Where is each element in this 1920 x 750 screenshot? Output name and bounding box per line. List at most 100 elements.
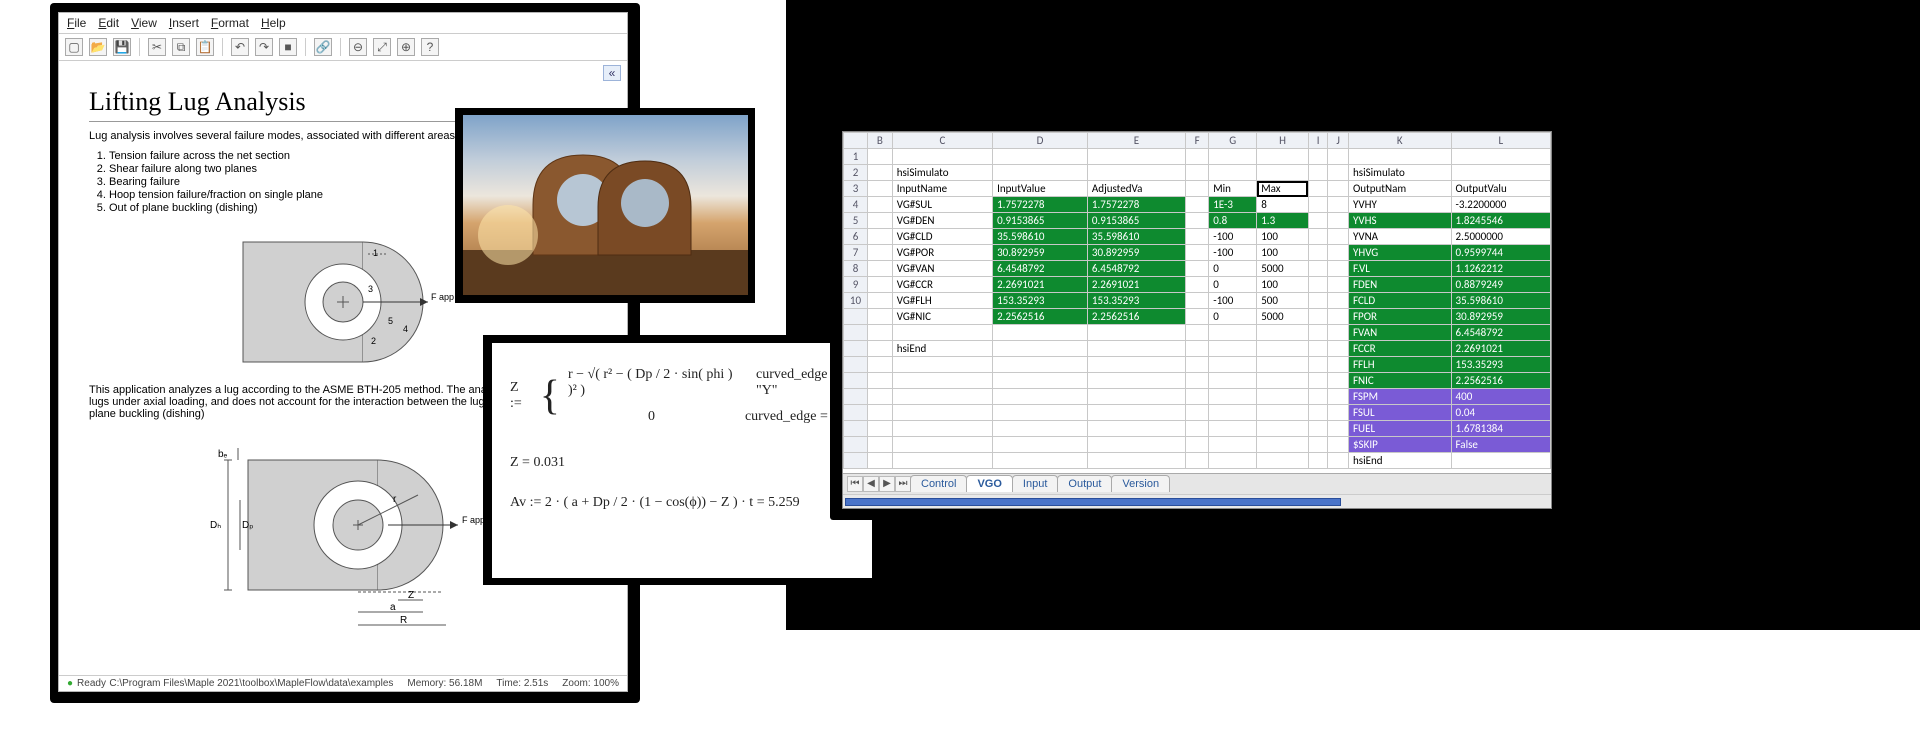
cell-F19[interactable]: [1186, 437, 1209, 453]
cell-L6[interactable]: 2.5000000: [1451, 229, 1550, 245]
col-header-L[interactable]: L: [1451, 133, 1550, 149]
cell-E5[interactable]: 0.9153865: [1087, 213, 1185, 229]
menu-file[interactable]: File: [67, 16, 86, 30]
undo-icon[interactable]: ↶: [231, 38, 249, 56]
cell-D16[interactable]: [993, 389, 1088, 405]
sheet-tab-version[interactable]: Version: [1111, 475, 1170, 492]
cell-L7[interactable]: 0.9599744: [1451, 245, 1550, 261]
cell-F15[interactable]: [1186, 373, 1209, 389]
cell-B9[interactable]: [868, 277, 893, 293]
cell-G9[interactable]: 0: [1209, 277, 1257, 293]
cell-B3[interactable]: [868, 181, 893, 197]
cell-F10[interactable]: [1186, 293, 1209, 309]
cell-I7[interactable]: [1308, 245, 1327, 261]
cell-J5[interactable]: [1328, 213, 1349, 229]
cell-L16[interactable]: 400: [1451, 389, 1550, 405]
cell-I15[interactable]: [1308, 373, 1327, 389]
cell-J4[interactable]: [1328, 197, 1349, 213]
cell-J1[interactable]: [1328, 149, 1349, 165]
cell-B17[interactable]: [868, 405, 893, 421]
cell-K4[interactable]: YVHY: [1348, 197, 1451, 213]
row-header-8[interactable]: 8: [844, 261, 868, 277]
cell-C4[interactable]: VG#SUL: [892, 197, 992, 213]
cell-E16[interactable]: [1087, 389, 1185, 405]
cell-H1[interactable]: [1257, 149, 1309, 165]
cell-J19[interactable]: [1328, 437, 1349, 453]
cell-L8[interactable]: 1.1262212: [1451, 261, 1550, 277]
row-header-12[interactable]: [844, 325, 868, 341]
cell-J10[interactable]: [1328, 293, 1349, 309]
cell-J8[interactable]: [1328, 261, 1349, 277]
col-header-D[interactable]: D: [993, 133, 1088, 149]
cell-K15[interactable]: FNIC: [1348, 373, 1451, 389]
cell-J11[interactable]: [1328, 309, 1349, 325]
col-header-J[interactable]: J: [1328, 133, 1349, 149]
cell-D20[interactable]: [993, 453, 1088, 469]
cell-J2[interactable]: [1328, 165, 1349, 181]
cell-D15[interactable]: [993, 373, 1088, 389]
cell-G4[interactable]: 1E-3: [1209, 197, 1257, 213]
cell-H8[interactable]: 5000: [1257, 261, 1309, 277]
corner-cell[interactable]: [844, 133, 868, 149]
cell-F16[interactable]: [1186, 389, 1209, 405]
cell-B1[interactable]: [868, 149, 893, 165]
cell-F7[interactable]: [1186, 245, 1209, 261]
cell-C5[interactable]: VG#DEN: [892, 213, 992, 229]
cell-G20[interactable]: [1209, 453, 1257, 469]
cell-C17[interactable]: [892, 405, 992, 421]
cell-H6[interactable]: 100: [1257, 229, 1309, 245]
row-header-15[interactable]: [844, 373, 868, 389]
cell-B13[interactable]: [868, 341, 893, 357]
cell-J18[interactable]: [1328, 421, 1349, 437]
row-header-2[interactable]: 2: [844, 165, 868, 181]
cell-B12[interactable]: [868, 325, 893, 341]
cell-G14[interactable]: [1209, 357, 1257, 373]
cell-D13[interactable]: [993, 341, 1088, 357]
cell-F12[interactable]: [1186, 325, 1209, 341]
menu-view[interactable]: View: [131, 16, 157, 30]
row-header-5[interactable]: 5: [844, 213, 868, 229]
cell-D6[interactable]: 35.598610: [993, 229, 1088, 245]
cell-K2[interactable]: hsiSimulato: [1348, 165, 1451, 181]
cell-G13[interactable]: [1209, 341, 1257, 357]
cell-L17[interactable]: 0.04: [1451, 405, 1550, 421]
cell-E10[interactable]: 153.35293: [1087, 293, 1185, 309]
cell-F1[interactable]: [1186, 149, 1209, 165]
cell-D9[interactable]: 2.2691021: [993, 277, 1088, 293]
cell-D17[interactable]: [993, 405, 1088, 421]
cell-J14[interactable]: [1328, 357, 1349, 373]
cut-icon[interactable]: ✂: [148, 38, 166, 56]
cell-E12[interactable]: [1087, 325, 1185, 341]
cell-K18[interactable]: FUEL: [1348, 421, 1451, 437]
cell-D1[interactable]: [993, 149, 1088, 165]
cell-G3[interactable]: Min: [1209, 181, 1257, 197]
cell-F17[interactable]: [1186, 405, 1209, 421]
row-header-3[interactable]: 3: [844, 181, 868, 197]
cell-H4[interactable]: 8: [1257, 197, 1309, 213]
row-header-7[interactable]: 7: [844, 245, 868, 261]
cell-F13[interactable]: [1186, 341, 1209, 357]
cell-H3[interactable]: Max: [1257, 181, 1309, 197]
cell-J15[interactable]: [1328, 373, 1349, 389]
cell-F5[interactable]: [1186, 213, 1209, 229]
save-icon[interactable]: 💾: [113, 38, 131, 56]
horizontal-scrollbar[interactable]: [843, 494, 1551, 508]
col-header-I[interactable]: I: [1308, 133, 1327, 149]
cell-C2[interactable]: hsiSimulato: [892, 165, 992, 181]
stop-icon[interactable]: ■: [279, 38, 297, 56]
zoom-fit-icon[interactable]: ⤢: [373, 38, 391, 56]
cell-F3[interactable]: [1186, 181, 1209, 197]
col-header-B[interactable]: B: [868, 133, 893, 149]
cell-K16[interactable]: FSPM: [1348, 389, 1451, 405]
cell-L10[interactable]: 35.598610: [1451, 293, 1550, 309]
cell-K17[interactable]: FSUL: [1348, 405, 1451, 421]
cell-G1[interactable]: [1209, 149, 1257, 165]
cell-C11[interactable]: VG#NIC: [892, 309, 992, 325]
row-header-13[interactable]: [844, 341, 868, 357]
sheet-tab-control[interactable]: Control: [910, 475, 967, 492]
cell-K5[interactable]: YVHS: [1348, 213, 1451, 229]
cell-E6[interactable]: 35.598610: [1087, 229, 1185, 245]
cell-K6[interactable]: YVNA: [1348, 229, 1451, 245]
row-header-11[interactable]: [844, 309, 868, 325]
row-header-19[interactable]: [844, 437, 868, 453]
